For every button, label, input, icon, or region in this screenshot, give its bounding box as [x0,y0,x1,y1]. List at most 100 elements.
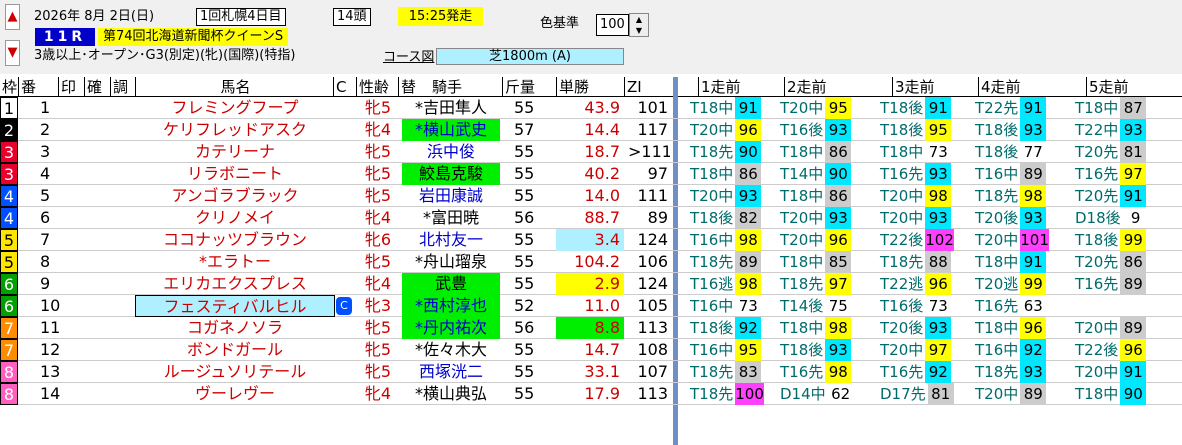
course-map-link[interactable]: コース図 [383,50,434,66]
past-race-cell[interactable]: T18先 90 [690,141,762,163]
prev-race-arrow-icon[interactable]: ▲ [5,4,20,30]
col-p2[interactable]: 2走前 [784,77,827,97]
past-race-cell[interactable]: T18中 86 [780,185,852,207]
horse-name-cell[interactable]: フェスティバルヒル [135,295,335,317]
col-jockey[interactable]: 騎手 [430,77,462,97]
past-race-cell[interactable]: T18後 82 [690,207,762,229]
past-race-cell[interactable]: T16先 93 [880,163,952,185]
table-row[interactable]: 3 3 カテリーナ 牝5 浜中俊 55 18.7 >111 T18先 90 T18中 86 T18中 73… [0,141,1182,163]
past-race-cell[interactable]: T18中 85 [780,251,852,273]
past-race-cell[interactable]: T22中 93 [1075,119,1147,141]
past-race-cell[interactable]: T18中 73 [880,141,951,163]
past-race-cell[interactable]: T22後 102 [880,229,954,251]
col-name[interactable]: 馬名 [135,77,333,97]
past-race-cell[interactable]: T16逃 98 [690,273,762,295]
past-race-cell[interactable]: T16中 92 [975,339,1047,361]
past-race-cell[interactable]: T16先 98 [780,361,852,383]
past-race-cell[interactable]: T16中 95 [690,339,762,361]
past-race-cell[interactable]: T20後 93 [880,317,952,339]
col-kin[interactable]: 斤量 [502,77,535,97]
col-waku[interactable]: 枠 [0,77,17,97]
past-race-cell[interactable]: T18先 100 [690,383,764,405]
past-race-cell[interactable]: T20中 89 [975,383,1047,405]
past-race-cell[interactable]: T18先 83 [690,361,762,383]
table-row[interactable]: 5 7 ココナッツブラウン 牝6 北村友一 55 3.4 124 T16中 98 T20中 96 T22… [0,229,1182,251]
past-race-cell[interactable]: T18後 91 [880,97,952,119]
past-race-cell[interactable]: T16中 73 [690,295,761,317]
col-mark[interactable]: 印 [58,77,76,97]
past-race-cell[interactable]: T22後 96 [1075,339,1147,361]
past-race-cell[interactable]: T20中 91 [1075,361,1147,383]
table-row[interactable]: 4 5 アンゴラブラック 牝5 岩田康誠 55 14.0 111 T20中 93 T18中 86 T20… [0,185,1182,207]
past-race-cell[interactable]: T18後 77 [975,141,1046,163]
past-race-cell[interactable]: T16先 97 [1075,163,1147,185]
past-race-cell[interactable]: T18中 96 [975,317,1047,339]
col-kaku[interactable]: 確 [84,77,102,97]
col-p1[interactable]: 1走前 [698,77,741,97]
col-kae[interactable]: 替 [398,77,416,97]
past-race-cell[interactable]: T18後 93 [975,119,1047,141]
past-race-cell[interactable]: T20中 97 [880,339,952,361]
past-race-cell[interactable]: T16先 89 [1075,273,1147,295]
past-race-cell[interactable]: T20中 93 [690,185,762,207]
past-race-cell[interactable]: T18後 99 [1075,229,1147,251]
col-c[interactable]: C [333,77,346,97]
table-row[interactable]: 2 2 ケリフレッドアスク 牝4 *横山武史 57 14.4 117 T20中 96 T16後 93 T… [0,119,1182,141]
past-race-cell[interactable]: T16中 89 [975,163,1047,185]
past-race-cell[interactable]: T20中 98 [880,185,952,207]
table-row[interactable]: 6 10 フェスティバルヒル C 牝3 *西村淳也 52 11.0 105 T16中 73 T14後 7… [0,295,1182,317]
past-race-cell[interactable]: T20中 89 [1075,317,1147,339]
past-race-cell[interactable]: T18中 91 [975,251,1047,273]
past-race-cell[interactable]: T20先 81 [1075,141,1147,163]
past-race-cell[interactable]: T22先 91 [975,97,1047,119]
table-row[interactable]: 1 1 フレミングフープ 牝5 *吉田隼人 55 43.9 101 T18中 91 T20中 95 T1… [0,97,1182,119]
past-race-cell[interactable]: T20中 101 [975,229,1049,251]
table-row[interactable]: 8 13 ルージュソリテール 牝5 西塚洸二 55 33.1 107 T18先 83 T16先 98 T… [0,361,1182,383]
spinner-updown-icon[interactable]: ▲ ▼ [629,13,649,37]
table-row[interactable]: 4 6 クリノメイ 牝4 *富田暁 56 88.7 89 T18後 82 T20中 93 T20中 93 T… [0,207,1182,229]
col-uma[interactable]: 番 [18,77,36,97]
past-race-cell[interactable]: T18先 97 [780,273,852,295]
past-race-cell[interactable]: T14中 90 [780,163,852,185]
past-race-cell[interactable]: T20中 93 [880,207,952,229]
past-race-cell[interactable]: T22逃 96 [880,273,952,295]
past-race-cell[interactable]: T18先 98 [975,185,1047,207]
past-race-cell[interactable]: T18中 86 [780,141,852,163]
past-race-cell[interactable]: T16先 63 [975,295,1046,317]
past-race-cell[interactable]: T18先 93 [975,361,1047,383]
past-race-cell[interactable]: T18中 87 [1075,97,1147,119]
past-race-cell[interactable]: T18先 89 [690,251,762,273]
past-race-cell[interactable]: T18後 93 [780,339,852,361]
past-race-cell[interactable]: T20逃 99 [975,273,1047,295]
table-row[interactable]: 5 8 *エラトー 牝5 *舟山瑠泉 55 104.2 106 T18先 89 T18中 85 T18先… [0,251,1182,273]
color-basis-input[interactable]: 100 [596,14,629,36]
past-race-cell[interactable]: T18後 92 [690,317,762,339]
past-race-cell[interactable]: T20先 91 [1075,185,1147,207]
col-zi[interactable]: ZI [624,77,642,97]
past-race-cell[interactable]: T18後 95 [880,119,952,141]
past-race-cell[interactable]: D17先 81 [880,383,954,405]
past-race-cell[interactable]: T18先 88 [880,251,952,273]
table-row[interactable]: 6 9 エリカエクスプレス 牝4 武豊 55 2.9 124 T16逃 98 T18先 97 T22逃 9… [0,273,1182,295]
past-race-cell[interactable]: T20中 93 [780,207,852,229]
past-race-cell[interactable]: T20中 95 [780,97,852,119]
past-race-cell[interactable]: T18中 86 [690,163,762,185]
past-race-cell[interactable]: T20後 93 [975,207,1047,229]
past-race-cell[interactable]: D18後 9 [1075,207,1149,229]
table-row[interactable]: 3 4 リラボニート 牝5 鮫島克駿 55 40.2 97 T18中 86 T14中 90 T16先 93… [0,163,1182,185]
past-race-cell[interactable]: T20中 96 [780,229,852,251]
past-race-cell[interactable]: T18中 91 [690,97,762,119]
past-race-cell[interactable]: T16先 92 [880,361,952,383]
past-race-cell[interactable]: T20先 86 [1075,251,1147,273]
past-race-cell[interactable]: T20中 96 [690,119,762,141]
table-row[interactable]: 8 14 ヴーレヴー 牝4 *横山典弘 55 17.9 113 T18先 100 D14中 62 D17… [0,383,1182,405]
col-p5[interactable]: 5走前 [1086,77,1129,97]
col-p4[interactable]: 4走前 [978,77,1021,97]
table-row[interactable]: 7 11 コガネノソラ 牝5 *丹内祐次 56 8.8 113 T18後 92 T18中 98 T20後… [0,317,1182,339]
past-race-cell[interactable]: T16後 73 [880,295,951,317]
next-race-arrow-icon[interactable]: ▼ [5,40,20,66]
col-cho[interactable]: 調 [110,77,128,97]
past-race-cell[interactable]: T16後 93 [780,119,852,141]
past-race-cell[interactable]: T16中 98 [690,229,762,251]
col-sei[interactable]: 性齢 [356,77,389,97]
